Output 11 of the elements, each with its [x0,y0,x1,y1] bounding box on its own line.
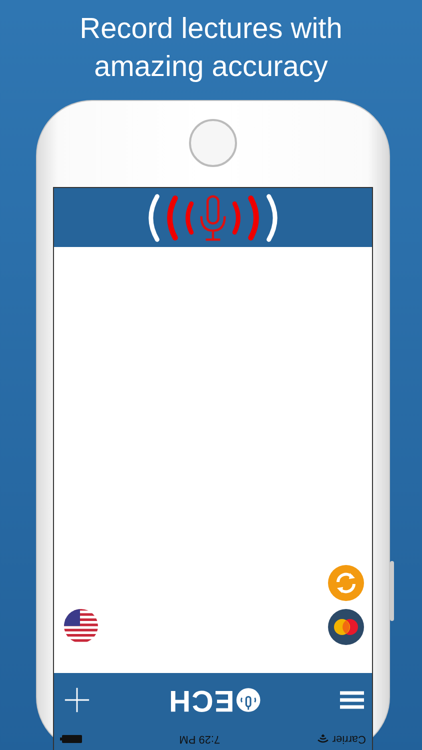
carrier-text: Carrier [332,733,366,745]
plus-icon[interactable] [64,687,90,713]
logo-text: ECH [168,683,235,717]
menu-icon[interactable] [340,690,364,710]
battery-icon [60,735,82,743]
headline: Record lectures with amazing accuracy [78,12,344,85]
color-circles-button[interactable] [328,609,364,645]
mic-logo-icon [236,687,262,713]
status-time: 7:29 PM [179,733,220,745]
flag-icon[interactable] [63,608,99,644]
wifi-icon [317,734,330,744]
